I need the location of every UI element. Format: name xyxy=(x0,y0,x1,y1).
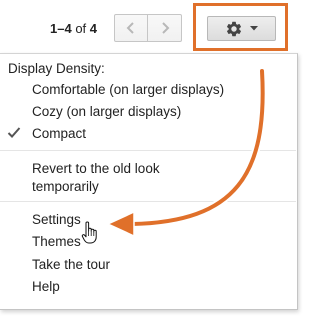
chevron-left-icon xyxy=(126,22,134,34)
menu-separator xyxy=(0,201,296,202)
pagination-total: 4 xyxy=(89,21,98,36)
chevron-right-icon xyxy=(161,22,169,34)
themes-menu-item[interactable]: Themes xyxy=(32,233,81,250)
gear-icon xyxy=(226,21,242,36)
density-comfortable-option[interactable]: Comfortable (on larger displays) xyxy=(32,81,224,98)
caret-down-icon xyxy=(250,26,258,31)
settings-gear-button[interactable] xyxy=(207,16,276,41)
density-compact-option[interactable]: Compact xyxy=(32,125,86,142)
pagination-buttons xyxy=(114,14,184,44)
revert-old-look-option[interactable]: Revert to the old look temporarily xyxy=(32,160,160,195)
revert-line-2: temporarily xyxy=(32,179,99,194)
pagination-count: 1–4 of 4 xyxy=(50,21,97,36)
older-page-button[interactable] xyxy=(114,14,148,42)
display-density-heading: Display Density: xyxy=(8,61,105,76)
settings-dropdown-menu: Display Density: Comfortable (on larger … xyxy=(0,53,298,310)
density-cozy-option[interactable]: Cozy (on larger displays) xyxy=(32,103,181,120)
checkmark-icon xyxy=(7,127,21,138)
settings-button-highlight xyxy=(193,3,288,51)
toolbar: 1–4 of 4 xyxy=(0,0,302,56)
menu-separator xyxy=(0,150,296,151)
pagination-of: of xyxy=(71,21,90,36)
newer-page-button[interactable] xyxy=(148,14,182,42)
help-menu-item[interactable]: Help xyxy=(32,278,60,295)
revert-line-1: Revert to the old look xyxy=(32,161,160,176)
pagination-range: 1–4 xyxy=(50,21,72,36)
take-tour-menu-item[interactable]: Take the tour xyxy=(32,256,110,273)
settings-menu-item[interactable]: Settings xyxy=(32,211,81,228)
